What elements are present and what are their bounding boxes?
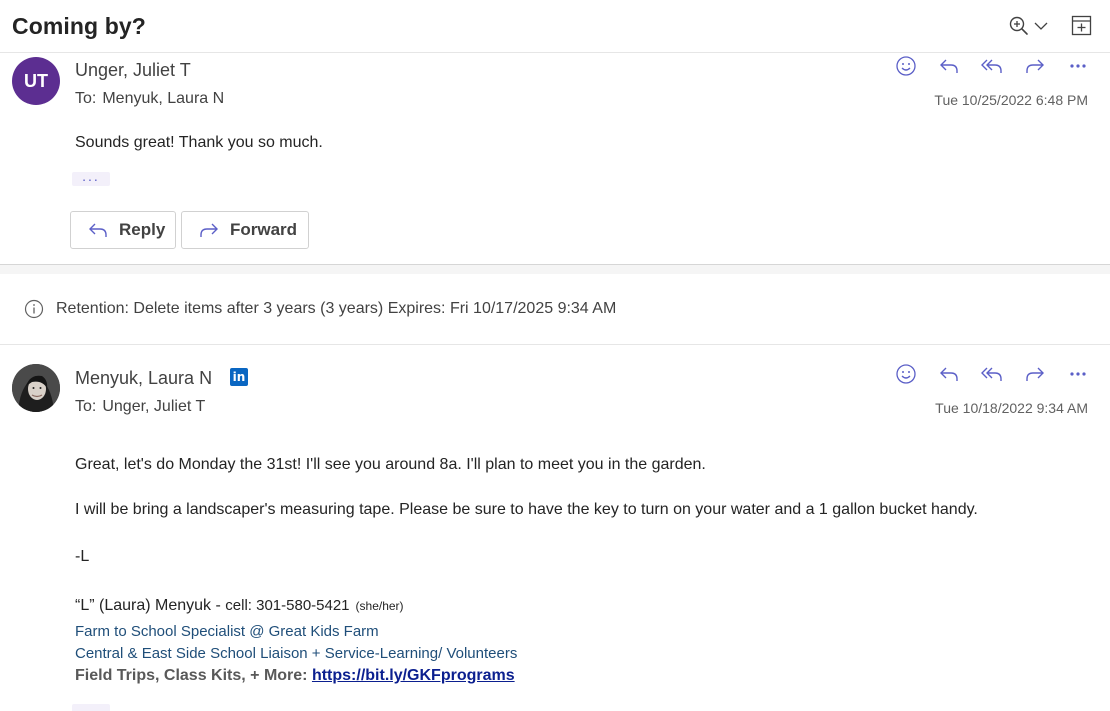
retention-notice: Retention: Delete items after 3 years (3… [24, 299, 616, 319]
reply-all-icon [980, 367, 1002, 381]
forward-button[interactable] [1013, 54, 1056, 78]
message-body-line: Sounds great! Thank you so much. [75, 134, 323, 151]
more-icon: ... [82, 168, 100, 184]
reply-icon [89, 223, 107, 237]
sender-name[interactable]: Unger, Juliet T [75, 60, 191, 81]
forward-icon [1025, 367, 1044, 381]
more-actions-button[interactable] [1056, 54, 1099, 78]
signature-cell: cell: 301-580-5421 [225, 597, 350, 614]
reply-button[interactable] [927, 362, 970, 386]
info-icon [24, 299, 44, 319]
signature-more-line: Field Trips, Class Kits, + More: https:/… [75, 667, 515, 685]
reply-label: Reply [119, 220, 166, 239]
react-button[interactable] [884, 362, 927, 386]
to-label: To: [75, 398, 97, 415]
smiley-icon [895, 56, 916, 76]
recipient-name[interactable]: Unger, Juliet T [102, 398, 205, 415]
signature-name-line: “L” (Laura) Menyuk - cell: 301-580-5421 (… [75, 597, 404, 615]
zoom-button[interactable] [1008, 14, 1052, 38]
message-body-line: Great, let's do Monday the 31st! I'll se… [75, 456, 706, 473]
reply-button-large[interactable]: Reply [70, 211, 176, 249]
more-actions-button[interactable] [1056, 362, 1099, 386]
conversation-subject: Coming by? [12, 13, 146, 39]
message-separator [0, 264, 1110, 274]
signature-name: “L” (Laura) Menyuk - [75, 597, 226, 614]
reply-button[interactable] [927, 54, 970, 78]
message-body-line: I will be bring a landscaper's measuring… [75, 501, 978, 518]
message-body-line: -L [75, 548, 90, 565]
recipient-name[interactable]: Menyuk, Laura N [102, 90, 224, 107]
react-button[interactable] [884, 54, 927, 78]
signature-pronouns: (she/her) [355, 599, 404, 613]
message-actions [884, 362, 1099, 386]
signature-role: Central & East Side School Liaison + Ser… [75, 645, 518, 662]
show-quoted-text-button[interactable]: ... [72, 700, 110, 711]
more-icon [1069, 64, 1086, 68]
reply-all-button[interactable] [970, 362, 1013, 386]
reply-icon [939, 59, 958, 73]
to-label: To: [75, 90, 97, 107]
forward-label: Forward [230, 220, 298, 239]
avatar[interactable] [12, 364, 60, 412]
reply-all-button[interactable] [970, 54, 1013, 78]
retention-divider [0, 344, 1110, 345]
forward-icon [1025, 59, 1044, 73]
forward-button[interactable] [1013, 362, 1056, 386]
linkedin-icon[interactable]: in [230, 368, 248, 386]
avatar[interactable]: UT [12, 57, 60, 105]
recipient-line: To: Menyuk, Laura N [75, 90, 224, 108]
profile-photo [12, 364, 60, 412]
open-in-new-window-icon[interactable] [1071, 15, 1092, 36]
signature-title: Farm to School Specialist @ Great Kids F… [75, 623, 379, 640]
forward-icon [200, 223, 218, 237]
smiley-icon [895, 364, 916, 384]
message-actions [884, 54, 1099, 78]
forward-button-large[interactable]: Forward [181, 211, 309, 249]
message-date: Tue 10/18/2022 9:34 AM [935, 400, 1088, 416]
signature-more-label: Field Trips, Class Kits, + More: [75, 667, 312, 684]
more-icon [1069, 372, 1086, 376]
reply-all-icon [980, 59, 1002, 73]
retention-text: Retention: Delete items after 3 years (3… [56, 300, 617, 317]
reading-pane-header: Coming by? [0, 0, 1110, 53]
recipient-line: To: Unger, Juliet T [75, 398, 205, 416]
sender-name[interactable]: Menyuk, Laura N [75, 368, 212, 389]
more-icon: ... [82, 700, 100, 711]
chevron-down-icon [1034, 22, 1048, 30]
zoom-in-icon [1009, 16, 1028, 35]
show-quoted-text-button[interactable]: ... [72, 168, 110, 186]
reply-icon [939, 367, 958, 381]
message-date: Tue 10/25/2022 6:48 PM [934, 92, 1088, 108]
signature-link[interactable]: https://bit.ly/GKFprograms [312, 667, 515, 684]
